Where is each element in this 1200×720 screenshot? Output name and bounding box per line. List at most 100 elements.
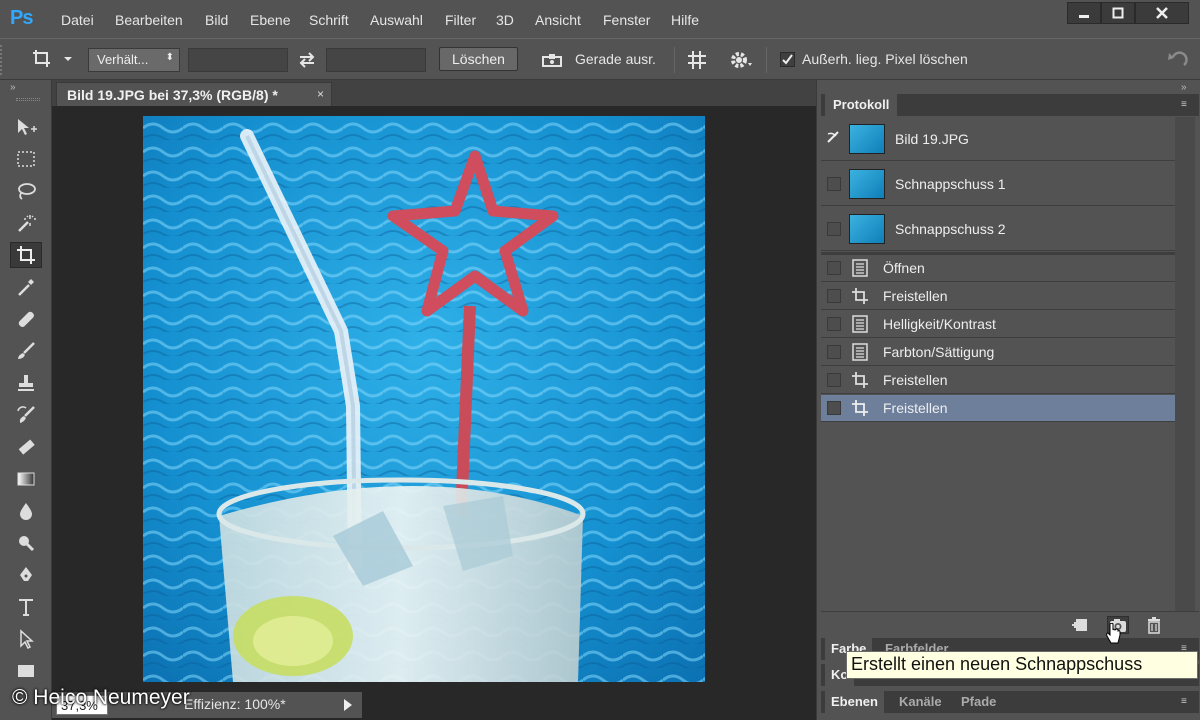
eraser-tool[interactable] (10, 434, 42, 460)
history-state[interactable]: Farbton/Sättigung (821, 339, 1175, 366)
tab-ebenen[interactable]: Ebenen (825, 691, 884, 713)
lasso-tool[interactable] (10, 178, 42, 204)
photoshop-logo: Ps (10, 7, 33, 29)
dodge-tool[interactable] (10, 530, 42, 556)
crop-icon (849, 287, 871, 305)
menu-filter[interactable]: Filter (445, 12, 476, 28)
tab-pfade[interactable]: Pfade (955, 691, 1002, 713)
history-source-checkbox[interactable] (827, 401, 841, 415)
document-area: Bild 19.JPG bei 37,3% (RGB/8) * × 37,3% … (52, 80, 816, 720)
menu-bearbeiten[interactable]: Bearbeiten (115, 12, 183, 28)
history-state[interactable]: Freistellen (821, 367, 1175, 394)
history-source-checkbox[interactable] (827, 317, 841, 331)
panel-column: » Protokoll ≡ Bild 19.JPG Schnappschuss … (816, 80, 1200, 720)
maximize-button[interactable] (1101, 2, 1135, 24)
collapse-panels-icon[interactable]: » (1181, 82, 1187, 93)
height-input[interactable] (326, 48, 426, 72)
width-input[interactable] (188, 48, 288, 72)
menu-datei[interactable]: Datei (61, 12, 94, 28)
image-canvas[interactable] (143, 116, 705, 682)
pen-tool[interactable] (10, 562, 42, 588)
gradient-tool[interactable] (10, 466, 42, 492)
menu-fenster[interactable]: Fenster (603, 12, 650, 28)
reset-button[interactable] (1166, 49, 1190, 74)
menu-auswahl[interactable]: Auswahl (370, 12, 423, 28)
history-scrollbar[interactable] (1175, 117, 1195, 611)
history-source-checkbox[interactable] (827, 289, 841, 303)
clone-stamp-tool[interactable] (10, 370, 42, 396)
menu-schrift[interactable]: Schrift (309, 12, 349, 28)
close-window-button[interactable] (1135, 2, 1189, 24)
history-source-checkbox[interactable] (827, 221, 841, 236)
history-state[interactable]: Öffnen (821, 255, 1175, 282)
bandage-icon (18, 311, 34, 327)
options-bar: Verhält... ⬍ Löschen Gerade ausr. Außerh… (0, 38, 1200, 80)
delete-cropped-pixels-checkbox[interactable] (780, 52, 795, 67)
history-brush-tool[interactable] (10, 402, 42, 428)
crop-tool-icon (17, 246, 35, 264)
collapse-tools-icon[interactable]: » (10, 82, 16, 93)
history-brush-icon (17, 406, 35, 423)
hand-cursor-icon (1105, 622, 1121, 648)
history-source-checkbox[interactable] (827, 176, 841, 191)
history-state[interactable]: Helligkeit/Kontrast (821, 311, 1175, 338)
crop-preset-button[interactable] (30, 47, 74, 74)
history-source-checkbox[interactable] (827, 373, 841, 387)
close-document-icon[interactable]: × (317, 87, 324, 101)
brush-tool[interactable] (10, 338, 42, 364)
panel-menu-icon[interactable]: ≡ (1181, 697, 1193, 707)
menu-ansicht[interactable]: Ansicht (535, 12, 581, 28)
lasso-icon (18, 183, 36, 200)
options-grip (0, 45, 6, 75)
history-source-icon[interactable] (826, 130, 840, 147)
crop-settings-button[interactable] (728, 49, 754, 74)
delete-cropped-pixels-label: Außerh. lieg. Pixel löschen (802, 51, 968, 67)
path-selection-tool[interactable] (10, 626, 42, 652)
menu-ebene[interactable]: Ebene (250, 12, 290, 28)
blur-tool[interactable] (10, 498, 42, 524)
menu-bar: Ps Datei Bearbeiten Bild Ebene Schrift A… (0, 0, 1200, 38)
crop-tool[interactable] (10, 242, 42, 268)
checkmark-icon (782, 54, 793, 65)
delete-state-button[interactable] (1143, 616, 1165, 634)
overlay-grid-button[interactable] (686, 49, 708, 74)
history-source-checkbox[interactable] (827, 261, 841, 275)
new-document-from-state-button[interactable] (1069, 616, 1091, 634)
swap-dimensions-button[interactable] (296, 51, 318, 72)
history-state[interactable]: Freistellen (821, 283, 1175, 310)
snapshot-tooltip: Erstellt einen neuen Schnappschuss (846, 651, 1198, 679)
eyedropper-tool[interactable] (10, 274, 42, 300)
menu-bild[interactable]: Bild (205, 12, 228, 28)
history-state-label: Freistellen (883, 400, 948, 416)
drink-photo (143, 116, 705, 682)
copyright-watermark: © Heico Neumeyer (12, 686, 190, 709)
snapshot-thumbnail (849, 123, 885, 154)
magic-wand-tool[interactable] (10, 210, 42, 236)
straighten-button[interactable] (540, 51, 564, 72)
ratio-select[interactable]: Verhält... ⬍ (88, 48, 180, 72)
history-snapshot[interactable]: Schnappschuss 1 (821, 162, 1175, 206)
history-snapshot[interactable]: Schnappschuss 2 (821, 207, 1175, 251)
minimize-button[interactable] (1067, 2, 1101, 24)
type-icon (19, 599, 33, 616)
marquee-tool[interactable] (10, 146, 42, 172)
document-tab[interactable]: Bild 19.JPG bei 37,3% (RGB/8) * × (56, 82, 332, 106)
history-state-label: Freistellen (883, 288, 948, 304)
options-separator (674, 47, 675, 73)
move-tool[interactable] (10, 114, 42, 140)
history-source-checkbox[interactable] (827, 345, 841, 359)
swap-arrows-icon (299, 52, 315, 68)
panel-menu-icon[interactable]: ≡ (1181, 100, 1193, 110)
tab-protokoll[interactable]: Protokoll (825, 94, 898, 116)
document-title: Bild 19.JPG bei 37,3% (RGB/8) * (67, 87, 278, 103)
clear-button[interactable]: Löschen (439, 47, 518, 71)
history-state-selected[interactable]: Freistellen (821, 395, 1175, 422)
type-tool[interactable] (10, 594, 42, 620)
shape-tool[interactable] (10, 658, 42, 684)
menu-3d[interactable]: 3D (496, 12, 514, 28)
healing-brush-tool[interactable] (10, 306, 42, 332)
menu-hilfe[interactable]: Hilfe (671, 12, 699, 28)
status-menu-arrow-icon[interactable] (344, 699, 352, 711)
history-snapshot[interactable]: Bild 19.JPG (821, 117, 1175, 161)
tab-kanaele[interactable]: Kanäle (893, 691, 948, 713)
